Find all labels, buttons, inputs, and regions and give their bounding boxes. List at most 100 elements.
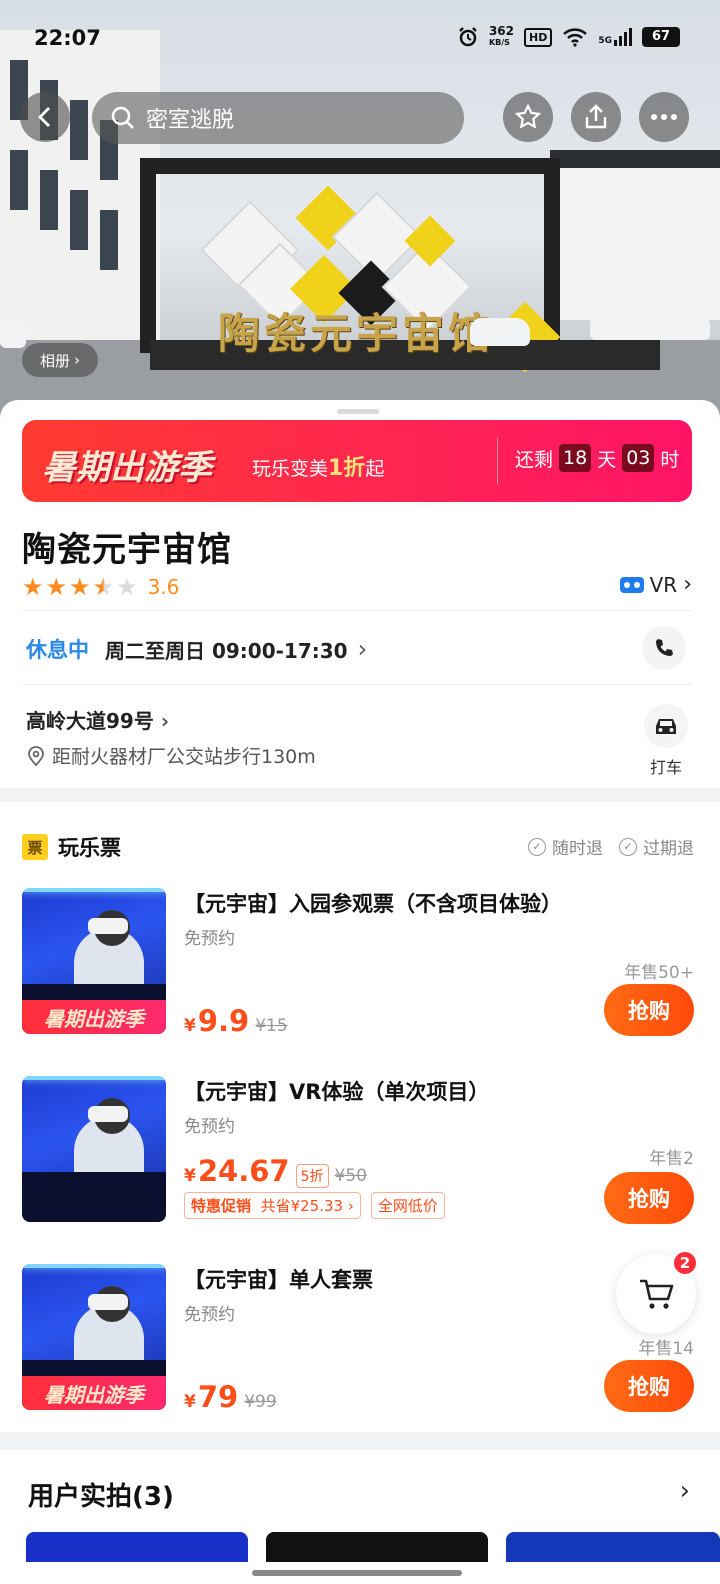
promo-countdown: 还剩 18 天 03 时 [515,444,679,472]
distance-text: 距耐火器材厂公交站步行130m [52,746,316,768]
lowest-price-tag: 全网低价 [370,1192,445,1219]
ticket-thumbnail [22,1076,166,1222]
discount-badge: 5折 [295,1164,329,1188]
refund-anytime-tag: ✓ 随时退 [528,834,603,859]
tickets-title: 玩乐票 [58,836,121,860]
ticket-item[interactable]: 暑期出游季 【元宇宙】入园参观票（不含项目体验） 免预约 ¥ 9.9 ¥15 年… [22,888,698,1038]
search-placeholder: 密室逃脱 [146,108,235,133]
car-icon [656,719,676,734]
original-price: ¥15 [255,1016,288,1036]
chevron-right-icon[interactable]: › [680,1476,690,1506]
buy-button[interactable]: 抢购 [604,984,694,1036]
price-value: 24.67 [197,1154,290,1188]
photo-thumbnail[interactable] [266,1532,488,1562]
opening-hours: 周二至周日 09:00-17:30 [105,638,348,663]
wifi-icon [563,28,588,47]
more-dots-icon [651,114,677,120]
star-icon: ★ [22,573,44,601]
chevron-right-icon: › [160,709,170,733]
battery-icon: 67 [642,27,680,47]
divider [22,684,692,685]
location-pin-icon [28,745,44,766]
refund-expired-tag: ✓ 过期退 [619,834,694,859]
star-half-icon: ★ [92,573,115,601]
ticket-price: ¥ 24.67 5折 ¥50 [184,1154,367,1188]
star-outline-icon [514,103,542,129]
star-icon: ★ [69,573,91,601]
annual-sales: 年售50+ [624,963,694,983]
ticket-thumbnail: 暑期出游季 [22,888,166,1034]
refund-tags: ✓ 随时退 ✓ 过期退 [528,834,694,859]
taxi-button[interactable]: 打车 [644,704,688,778]
net-speed: 362 KB/S [488,24,514,47]
original-price: ¥50 [334,1166,367,1186]
tickets-section: 票 玩乐票 ✓ 随时退 ✓ 过期退 暑期出游季 【元宇宙】入园参观票（不含项目体验）… [0,802,720,1432]
promo-title: 暑期出游季 [42,448,212,488]
countdown-days: 18 [559,444,592,472]
buy-button[interactable]: 抢购 [604,1360,694,1412]
hd-icon: HD [524,27,553,47]
phone-button[interactable] [642,626,686,670]
album-button[interactable]: 相册 › [22,343,98,377]
hero-photo[interactable]: 陶瓷元宇宙馆 22:07 362 KB/S HD 5G 67 密室逃脱 相册 › [0,0,720,420]
thumbnail-badge: 暑期出游季 [22,1376,166,1410]
star-icon: ★ [45,573,68,601]
home-indicator[interactable] [252,1570,462,1576]
promo-tag[interactable]: 特惠促销 共省¥25.33 › [184,1192,361,1219]
ticket-item[interactable]: 【元宇宙】VR体验（单次项目） 免预约 ¥ 24.67 5折 ¥50 特惠促销 … [22,1076,698,1226]
user-photos-title: 用户实拍(3) [28,1482,174,1512]
check-circle-icon: ✓ [619,837,637,856]
ticket-icon: 票 [22,834,48,860]
vr-link[interactable]: VR › [619,572,692,597]
ticket-name: 【元宇宙】单人套票 [184,1268,373,1292]
vr-label: VR [649,572,678,597]
search-icon [111,106,134,129]
place-title: 陶瓷元宇宙馆 [22,530,232,570]
buy-button[interactable]: 抢购 [604,1172,694,1224]
signal-icon: 5G [598,28,632,46]
address-link[interactable]: 高岭大道99号 › [26,705,169,734]
hours-row[interactable]: 休息中 周二至周日 09:00-17:30 › [22,626,692,672]
tickets-header: 票 玩乐票 [22,832,121,862]
taxi-label: 打车 [649,758,682,777]
cart-count-badge: 2 [672,1250,698,1276]
ticket-thumbnail: 暑期出游季 [22,1264,166,1410]
promo-divider [497,438,498,484]
top-nav: 密室逃脱 [0,92,720,146]
rating-score: 3.6 [147,575,180,599]
favorite-button[interactable] [503,92,553,142]
ticket-item[interactable]: 暑期出游季 【元宇宙】单人套票 免预约 ¥ 79 ¥99 年售14 抢购 [22,1264,698,1414]
cart-button[interactable]: 2 [616,1250,698,1334]
ticket-booking-note: 免预约 [184,929,235,949]
promo-subtitle: 玩乐变美1折起 [252,456,385,481]
price-value: 79 [197,1380,239,1414]
divider [22,610,692,611]
user-photos-section[interactable]: 用户实拍(3) › [0,1450,720,1584]
original-price: ¥99 [244,1392,277,1412]
ticket-name: 【元宇宙】入园参观票（不含项目体验） [184,892,562,916]
drag-handle[interactable] [337,409,379,414]
status-bar: 22:07 362 KB/S HD 5G 67 [0,0,720,80]
check-circle-icon: ✓ [528,837,546,856]
promo-banner[interactable]: 暑期出游季 玩乐变美1折起 还剩 18 天 03 时 [22,420,692,502]
album-label: 相册 [39,351,70,370]
photo-thumbnail[interactable] [506,1532,720,1562]
search-input[interactable]: 密室逃脱 [92,92,464,144]
ticket-name: 【元宇宙】VR体验（单次项目） [184,1080,490,1104]
detail-sheet: 暑期出游季 玩乐变美1折起 还剩 18 天 03 时 陶瓷元宇宙馆 ★ ★ ★ ★ ★… [0,400,720,788]
hero-sign-text: 陶瓷元宇宙馆 [218,309,495,358]
chevron-left-icon [38,107,50,127]
chevron-right-icon: › [357,635,368,663]
photo-thumbnail[interactable] [26,1532,248,1562]
chevron-right-icon: › [74,351,80,369]
share-button[interactable] [571,92,621,142]
open-status: 休息中 [26,638,89,662]
price-value: 9.9 [197,1004,250,1038]
vr-goggles-icon [619,576,644,593]
ticket-price: ¥ 79 ¥99 [184,1380,277,1414]
chevron-right-icon: › [683,572,692,597]
annual-sales: 年售2 [649,1149,694,1169]
more-button[interactable] [639,92,689,142]
ticket-price: ¥ 9.9 ¥15 [184,1004,288,1038]
back-button[interactable] [20,92,70,142]
